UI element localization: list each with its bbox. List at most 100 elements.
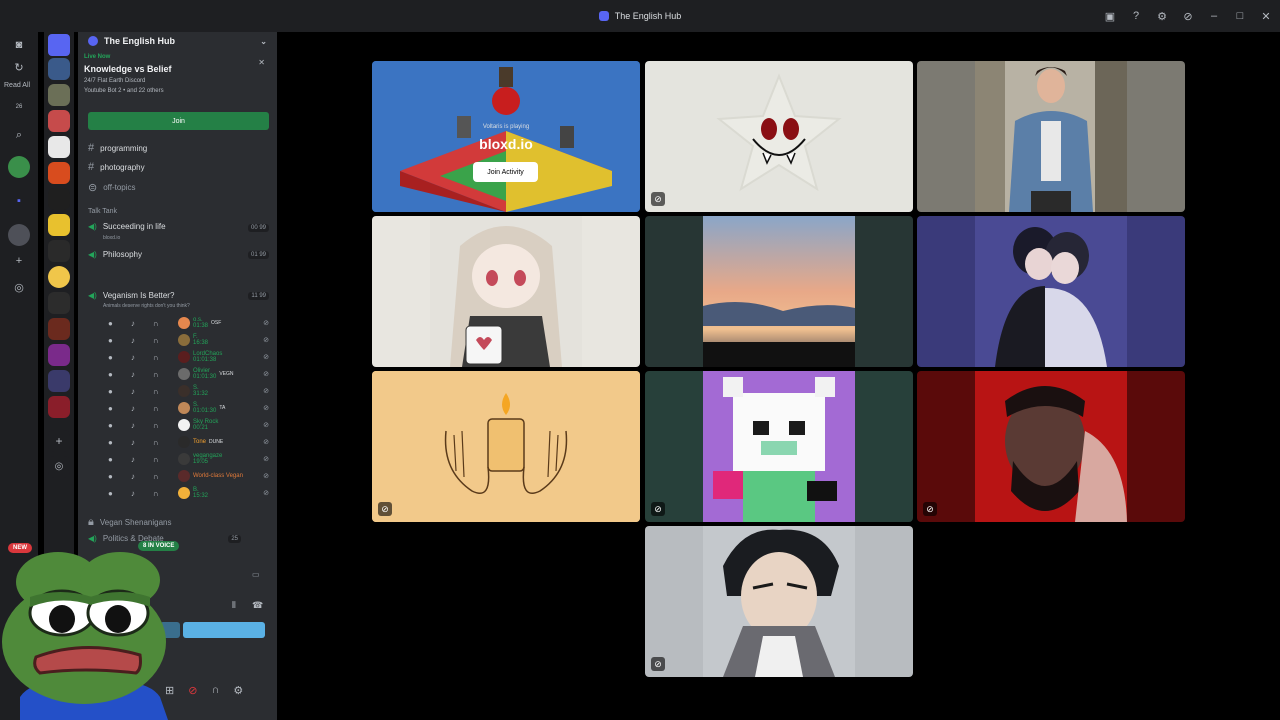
voice-user[interactable]: World-class Vegan <box>178 470 246 482</box>
server-folder-icon[interactable] <box>48 34 70 56</box>
user-settings-icon[interactable]: ⚙ <box>233 684 243 697</box>
server-item[interactable] <box>48 396 70 418</box>
chat-bubble-icon[interactable]: ● <box>108 489 113 498</box>
headphones-icon[interactable]: ∩ <box>153 319 159 328</box>
activity-button[interactable] <box>183 622 265 638</box>
minimize-button[interactable]: – <box>1208 10 1220 22</box>
participant-tile[interactable] <box>372 216 640 367</box>
soundboard-icon[interactable]: ⫴ <box>232 600 236 611</box>
refresh-icon[interactable]: ↻ <box>8 56 30 78</box>
mute-icon[interactable]: ⊘ <box>188 684 197 697</box>
server-item[interactable] <box>48 370 70 392</box>
headphones-icon[interactable]: ∩ <box>153 489 159 498</box>
voice-user[interactable]: LordChaos 01:01:38 <box>178 351 225 363</box>
maximize-button[interactable]: □ <box>1234 10 1246 22</box>
mic-icon[interactable]: ♪ <box>131 489 135 498</box>
search-icon[interactable]: ⌕ <box>8 124 30 146</box>
mic-icon[interactable]: ♪ <box>131 438 135 447</box>
read-all-label[interactable]: Read All <box>4 82 30 89</box>
server-item[interactable] <box>48 344 70 366</box>
join-button[interactable]: Join <box>88 112 269 130</box>
mic-icon[interactable]: ♪ <box>131 336 135 345</box>
chat-bubble-icon[interactable]: ● <box>108 472 113 481</box>
participant-tile[interactable] <box>645 216 913 367</box>
mic-icon[interactable]: ♪ <box>131 455 135 464</box>
mic-icon[interactable]: ♪ <box>131 319 135 328</box>
discover-icon[interactable]: ◎ <box>48 456 70 478</box>
chat-bubble-icon[interactable]: ● <box>108 370 113 379</box>
headphones-icon[interactable]: ∩ <box>153 455 159 464</box>
chat-bubble-icon[interactable]: ● <box>108 319 113 328</box>
category-talk-tank[interactable]: Talk Tank <box>88 208 117 215</box>
voice-channel-philosophy[interactable]: ◀) Philosophy <box>88 250 142 259</box>
chat-bubble-icon[interactable]: ● <box>108 404 113 413</box>
server-item[interactable] <box>48 188 70 210</box>
headphones-icon[interactable]: ∩ <box>153 472 159 481</box>
voice-user[interactable]: Olivier 01:01:30 VEGN <box>178 368 234 380</box>
group-avatar-icon[interactable] <box>8 224 30 246</box>
headphones-icon[interactable]: ∩ <box>153 421 159 430</box>
server-item[interactable] <box>48 240 70 262</box>
headphones-icon[interactable]: ∩ <box>153 370 159 379</box>
help-icon[interactable]: ? <box>1130 10 1142 22</box>
channel-photography[interactable]: # photography <box>88 161 145 173</box>
server-item[interactable] <box>48 136 70 158</box>
server-item[interactable] <box>48 84 70 106</box>
voice-user[interactable]: vegangaze 19:05 <box>178 453 225 465</box>
mentions-count[interactable]: 26 <box>8 96 30 118</box>
voice-user[interactable]: o.s. 01:38 OSF <box>178 317 221 329</box>
close-icon[interactable]: ✕ <box>258 58 265 67</box>
mic-icon[interactable]: ♪ <box>131 353 135 362</box>
voice-channel-veganism[interactable]: ◀) Veganism Is Better? <box>88 291 174 300</box>
chat-bubble-icon[interactable]: ● <box>108 421 113 430</box>
settings-icon[interactable]: ⚙ <box>1156 10 1168 23</box>
add-icon[interactable]: + <box>8 250 30 272</box>
voice-user[interactable]: S. 01:01:30 TA <box>178 402 225 414</box>
channel-programming[interactable]: # programming <box>88 142 147 154</box>
dm-avatar-icon[interactable] <box>8 156 30 178</box>
inbox-icon[interactable]: ▣ <box>1104 10 1116 23</box>
channel-off-topics[interactable]: ⊜ off-topics <box>88 181 136 194</box>
server-item[interactable] <box>48 58 70 80</box>
voice-user[interactable]: B. 15:32 <box>178 487 211 499</box>
mic-icon[interactable]: ♪ <box>131 370 135 379</box>
chat-bubble-icon[interactable]: ● <box>108 455 113 464</box>
voice-user[interactable]: Tone DUNE <box>178 436 223 448</box>
chat-bubble-icon[interactable]: ● <box>108 387 113 396</box>
activity-tile[interactable]: Voltaris is playing bloxd.io Join Activi… <box>372 61 640 212</box>
server-item[interactable] <box>48 214 70 236</box>
headphones-icon[interactable]: ∩ <box>153 353 159 362</box>
server-item[interactable] <box>48 266 70 288</box>
chat-bubble-icon[interactable]: ● <box>108 353 113 362</box>
headphones-icon[interactable]: ∩ <box>153 387 159 396</box>
participant-tile[interactable]: ⊘ <box>372 371 640 522</box>
server-item[interactable] <box>48 318 70 340</box>
server-item[interactable] <box>48 292 70 314</box>
update-icon[interactable]: ⊘ <box>1182 10 1194 23</box>
mic-icon[interactable]: ♪ <box>131 387 135 396</box>
mic-icon[interactable]: ♪ <box>131 421 135 430</box>
disconnect-icon[interactable]: ☎ <box>252 600 263 611</box>
server-item[interactable] <box>48 162 70 184</box>
join-activity-button[interactable]: Join Activity <box>473 162 538 182</box>
voice-user[interactable]: Sky Rock 00:21 <box>178 419 221 431</box>
channel-vegan-shenanigans[interactable]: 🔒︎ Vegan Shenanigans <box>88 516 171 529</box>
server-header[interactable]: The English Hub ⌄ <box>78 32 277 50</box>
chat-bubble-icon[interactable]: ● <box>108 438 113 447</box>
explore-icon[interactable]: ◎ <box>8 276 30 298</box>
voice-user[interactable]: F. 16:38 <box>178 334 211 346</box>
chat-icon[interactable]: ▭ <box>252 570 260 579</box>
discord-home-icon[interactable]: ◙ <box>8 34 30 56</box>
mic-icon[interactable]: ♪ <box>131 404 135 413</box>
folder-icon[interactable]: ▪ <box>8 190 30 212</box>
participant-tile[interactable] <box>917 61 1185 212</box>
participant-tile[interactable]: ⊘ <box>645 526 913 677</box>
participant-tile[interactable]: ⊘ <box>645 61 913 212</box>
voice-user[interactable]: S. 31:32 <box>178 385 211 397</box>
headphones-icon[interactable]: ∩ <box>153 438 159 447</box>
participant-tile[interactable] <box>917 216 1185 367</box>
chat-bubble-icon[interactable]: ● <box>108 336 113 345</box>
close-window-button[interactable]: ✕ <box>1260 10 1272 23</box>
participant-tile[interactable]: ⊘ <box>917 371 1185 522</box>
participant-tile[interactable]: ⊘ <box>645 371 913 522</box>
